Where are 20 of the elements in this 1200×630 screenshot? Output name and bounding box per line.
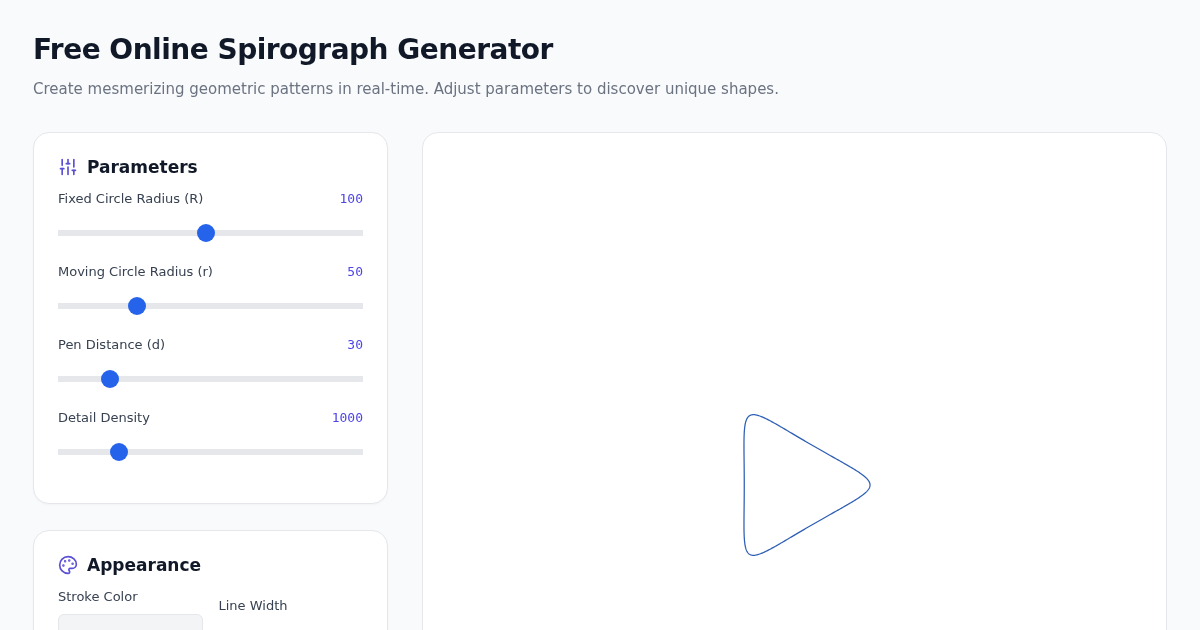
slider-value: 50 (347, 264, 363, 279)
slider-label: Detail Density (58, 410, 150, 425)
slider-label: Pen Distance (d) (58, 337, 166, 352)
slider-value: 30 (347, 337, 363, 352)
slider-thumb[interactable] (110, 443, 128, 461)
slider-thumb[interactable] (100, 370, 119, 388)
slider-label: Fixed Circle Radius (R) (58, 191, 204, 206)
slider-thumb[interactable] (128, 297, 147, 315)
sliders-icon (58, 157, 78, 177)
slider-value: 1000 (331, 410, 363, 425)
page-title: Free Online Spirograph Generator (33, 32, 555, 68)
field-label: Line Width (218, 598, 289, 613)
card-heading: Appearance (87, 555, 202, 575)
slider-thumb[interactable] (196, 224, 215, 242)
page-subtitle: Create mesmerizing geometric patterns in real-time. Adjust parameters to discover unique shapes. (33, 80, 780, 98)
slider-label: Moving Circle Radius (r) (58, 264, 213, 279)
field-label: Stroke Color (58, 589, 139, 604)
slider-value: 100 (339, 191, 363, 206)
card-heading: Parameters (87, 157, 198, 177)
palette-icon (58, 555, 78, 575)
